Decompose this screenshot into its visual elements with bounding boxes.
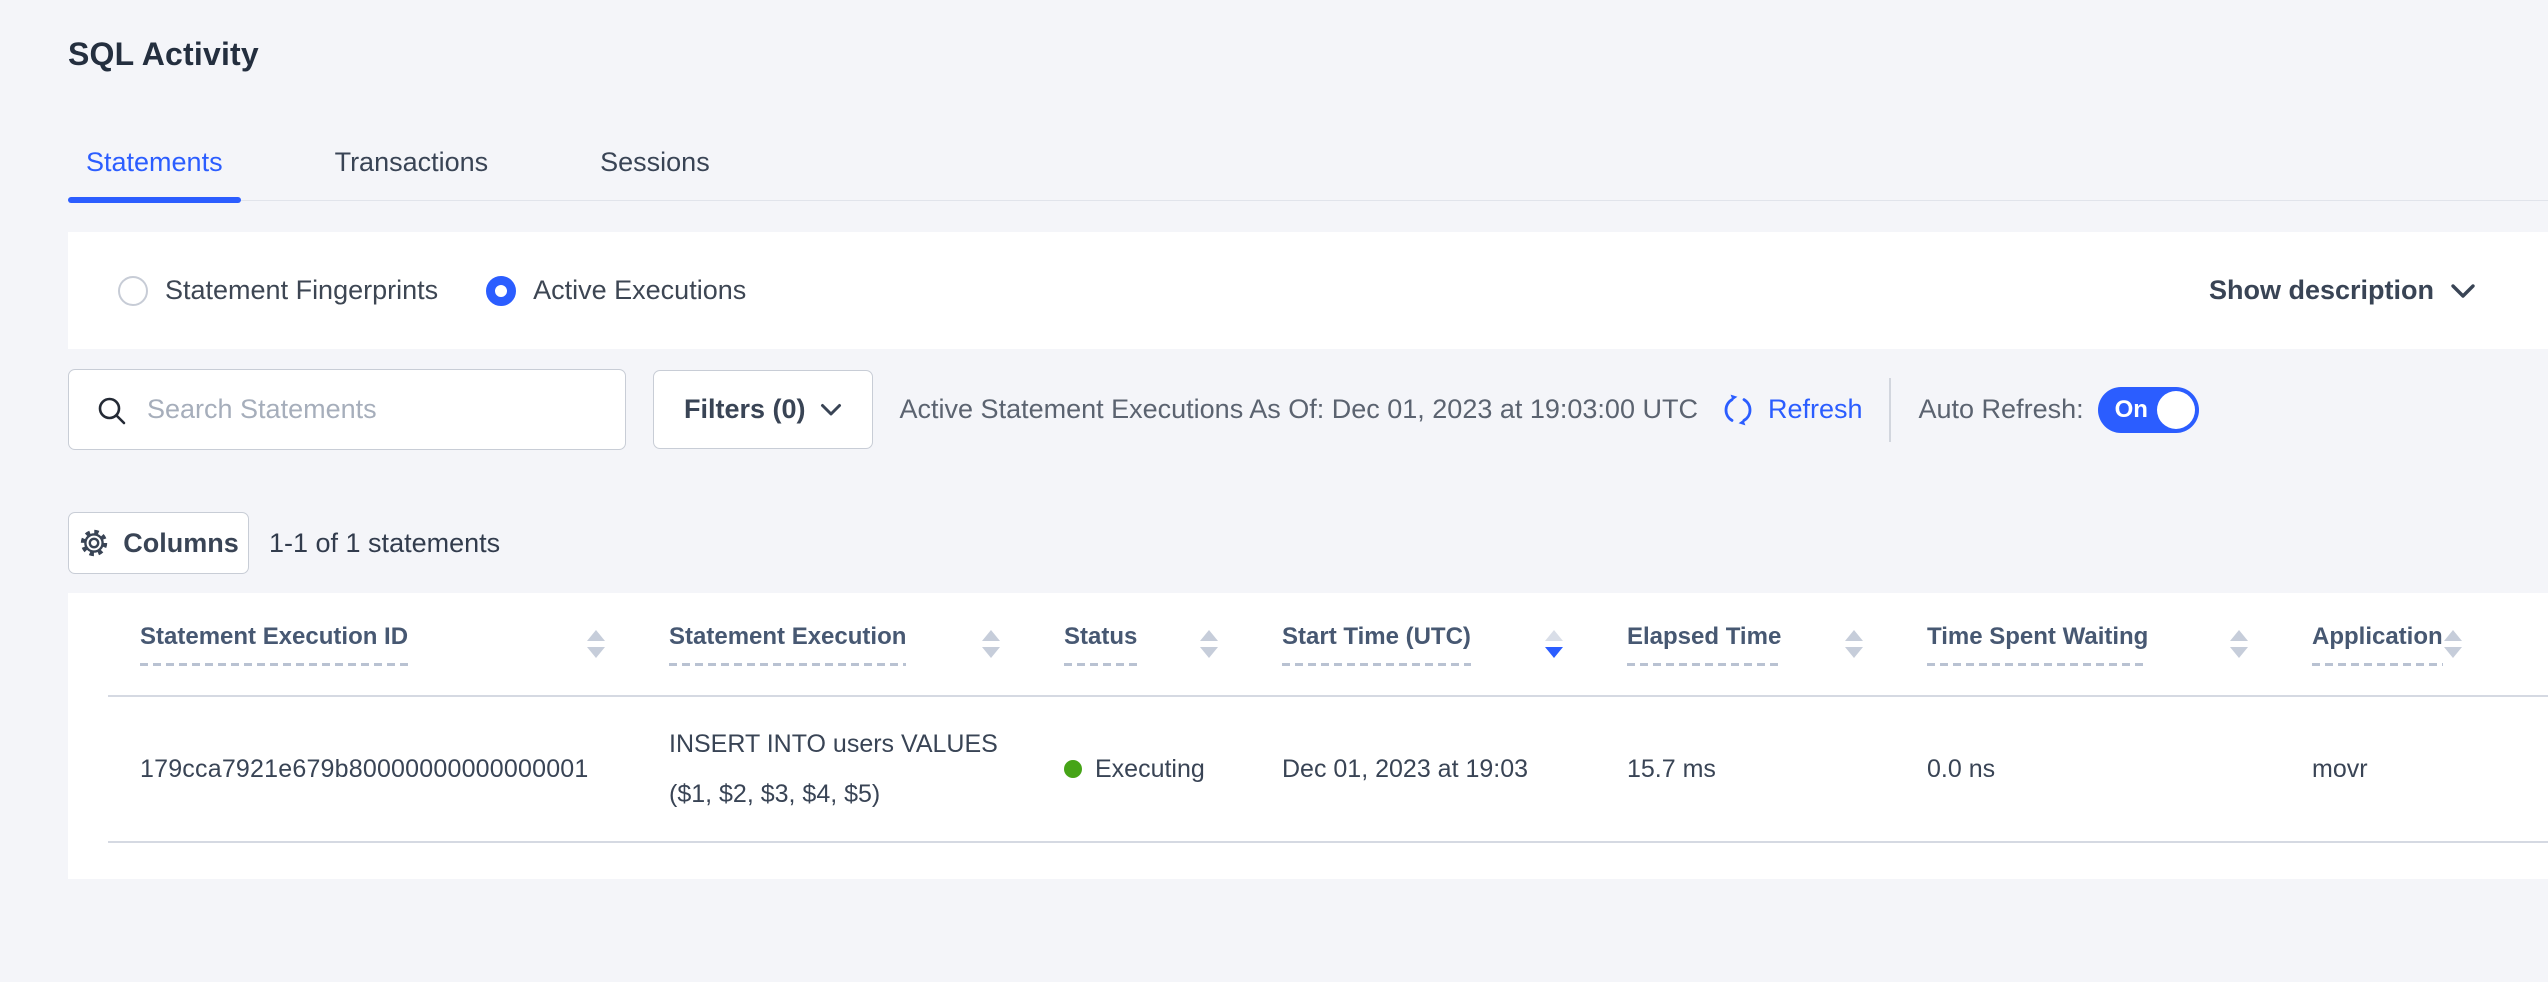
radio-active-executions[interactable]: Active Executions — [486, 275, 746, 306]
search-box — [68, 369, 626, 450]
radio-unselected-icon — [118, 276, 148, 306]
search-input[interactable] — [69, 370, 625, 449]
sort-desc-icon — [1545, 630, 1563, 658]
cell-time-spent-waiting: 0.0 ns — [1871, 755, 2256, 784]
tab-sessions[interactable]: Sessions — [582, 147, 728, 200]
tab-bar: Statements Transactions Sessions — [68, 147, 2548, 201]
cell-application: movr — [2256, 755, 2548, 784]
column-header-start-time[interactable]: Start Time (UTC) — [1226, 623, 1571, 666]
page-title: SQL Activity — [68, 0, 2548, 73]
column-header-time-spent-waiting[interactable]: Time Spent Waiting — [1871, 623, 2256, 666]
table-row[interactable]: 179cca7921e679b80000000000000001 INSERT … — [108, 697, 2548, 843]
status-executing-dot-icon — [1064, 760, 1082, 778]
refresh-label: Refresh — [1768, 394, 1863, 425]
radio-statement-fingerprints[interactable]: Statement Fingerprints — [118, 275, 438, 306]
as-of-timestamp: Active Statement Executions As Of: Dec 0… — [900, 394, 1698, 425]
refresh-icon — [1720, 392, 1756, 428]
column-header-statement-execution[interactable]: Statement Execution — [613, 623, 1008, 666]
radio-label: Statement Fingerprints — [165, 275, 438, 306]
columns-button[interactable]: Columns — [68, 512, 249, 574]
sort-icon — [587, 630, 605, 658]
search-icon — [95, 394, 129, 428]
sql-activity-page: SQL Activity Statements Transactions Ses… — [0, 0, 2548, 982]
show-description-label: Show description — [2209, 275, 2434, 306]
cell-statement-execution: INSERT INTO users VALUES ($1, $2, $3, $4… — [613, 719, 1008, 819]
statements-table: Statement Execution ID Statement Executi… — [68, 593, 2548, 879]
refresh-button[interactable]: Refresh — [1720, 392, 1863, 428]
column-header-application[interactable]: Application — [2256, 623, 2548, 666]
sort-icon — [982, 630, 1000, 658]
radio-label: Active Executions — [533, 275, 746, 306]
filters-label: Filters (0) — [684, 394, 806, 425]
cell-status: Executing — [1008, 755, 1226, 784]
column-header-statement-execution-id[interactable]: Statement Execution ID — [108, 623, 613, 666]
tab-statements[interactable]: Statements — [68, 147, 241, 200]
cell-statement-execution-id[interactable]: 179cca7921e679b80000000000000001 — [108, 755, 613, 784]
sort-icon — [2230, 630, 2248, 658]
auto-refresh-label: Auto Refresh: — [1919, 394, 2084, 425]
sort-icon — [1200, 630, 1218, 658]
filter-bar: Filters (0) Active Statement Executions … — [68, 369, 2548, 450]
chevron-down-icon — [820, 403, 842, 417]
auto-refresh-toggle[interactable]: On — [2098, 387, 2199, 433]
toggle-state-label: On — [2115, 396, 2148, 424]
results-count: 1-1 of 1 statements — [269, 528, 500, 559]
view-mode-card: Statement Fingerprints Active Executions… — [68, 232, 2548, 349]
gear-icon — [78, 527, 110, 559]
columns-label: Columns — [123, 528, 239, 559]
column-header-status[interactable]: Status — [1008, 623, 1226, 666]
radio-selected-icon — [486, 276, 516, 306]
tab-transactions[interactable]: Transactions — [317, 147, 507, 200]
table-toolbar: Columns 1-1 of 1 statements — [68, 512, 2548, 574]
chevron-down-icon — [2450, 283, 2476, 299]
filters-button[interactable]: Filters (0) — [653, 370, 873, 449]
show-description-button[interactable]: Show description — [2209, 275, 2476, 306]
cell-start-time: Dec 01, 2023 at 19:03 — [1226, 755, 1571, 784]
toggle-knob-icon — [2157, 391, 2195, 429]
table-header-row: Statement Execution ID Statement Executi… — [108, 593, 2548, 697]
column-header-elapsed-time[interactable]: Elapsed Time — [1571, 623, 1871, 666]
cell-elapsed-time: 15.7 ms — [1571, 755, 1871, 784]
sort-icon — [1845, 630, 1863, 658]
sort-icon — [2444, 630, 2462, 658]
vertical-divider — [1889, 378, 1891, 442]
